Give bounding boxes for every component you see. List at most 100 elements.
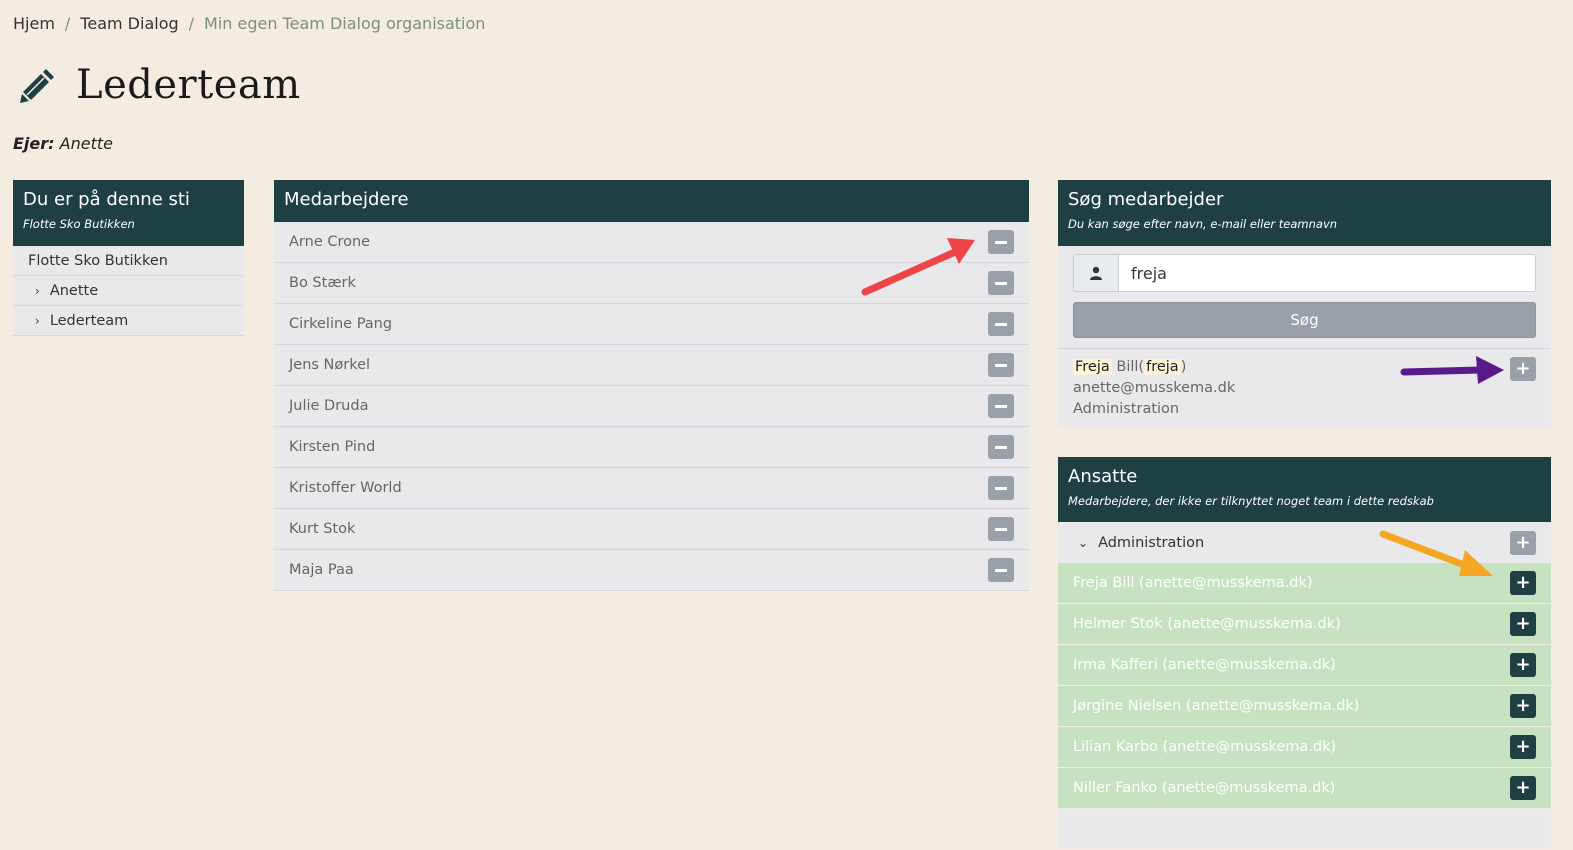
employee-name: Lilian Karbo (anette@musskema.dk)	[1073, 739, 1337, 755]
chevron-right-icon: ›	[35, 283, 40, 298]
member-name: Bo Stærk	[289, 275, 356, 291]
add-employee-button[interactable]: +	[1510, 735, 1536, 759]
employee-row-partial	[1058, 809, 1551, 850]
minus-icon	[995, 404, 1007, 408]
path-item-root[interactable]: Flotte Sko Butikken	[13, 246, 244, 276]
minus-icon	[995, 445, 1007, 449]
member-name: Kristoffer World	[289, 480, 402, 496]
result-email: anette@musskema.dk	[1073, 380, 1236, 396]
plus-icon: +	[1515, 358, 1531, 379]
search-form: Søg	[1058, 246, 1551, 348]
employees-panel-subtitle: Medarbejdere, der ikke er tilknyttet nog…	[1068, 494, 1434, 508]
owner-name: Anette	[59, 134, 113, 153]
group-row-administration[interactable]: ⌄ Administration +	[1058, 522, 1551, 563]
member-name: Jens Nørkel	[289, 357, 371, 373]
result-last-name: Bill	[1116, 359, 1139, 375]
breadcrumb-home[interactable]: Hjem	[13, 14, 55, 33]
plus-icon: +	[1515, 654, 1531, 675]
remove-member-button[interactable]	[988, 230, 1014, 254]
plus-icon: +	[1515, 572, 1531, 593]
employees-panel-header: Ansatte Medarbejdere, der ikke er tilkny…	[1058, 457, 1551, 522]
remove-member-button[interactable]	[988, 312, 1014, 336]
plus-icon: +	[1515, 736, 1531, 757]
employee-name: Niller Fanko (anette@musskema.dk)	[1073, 780, 1336, 796]
search-button[interactable]: Søg	[1073, 302, 1536, 338]
result-paren-close: )	[1180, 359, 1187, 375]
member-row: Jens Nørkel	[274, 345, 1029, 386]
remove-member-button[interactable]	[988, 517, 1014, 541]
path-item-anette[interactable]: › Anette	[13, 276, 244, 306]
employee-row: Jørgine Nielsen (anette@musskema.dk) +	[1058, 686, 1551, 727]
result-username: freja	[1144, 359, 1181, 375]
employee-name: Jørgine Nielsen (anette@musskema.dk)	[1073, 698, 1360, 714]
minus-icon	[995, 568, 1007, 572]
result-name-line: Freja Bill(freja)	[1073, 357, 1536, 378]
chevron-down-icon: ⌄	[1078, 535, 1089, 550]
member-row: Bo Stærk	[274, 263, 1029, 304]
minus-icon	[995, 322, 1007, 326]
employee-name: Irma Kafferi (anette@musskema.dk)	[1073, 657, 1336, 673]
member-row: Julie Druda	[274, 386, 1029, 427]
plus-icon: +	[1515, 613, 1531, 634]
breadcrumb: Hjem / Team Dialog / Min egen Team Dialo…	[13, 14, 485, 33]
remove-member-button[interactable]	[988, 476, 1014, 500]
employee-name: Helmer Stok (anette@musskema.dk)	[1073, 616, 1341, 632]
member-row: Maja Paa	[274, 550, 1029, 591]
add-group-button[interactable]: +	[1510, 530, 1536, 555]
path-panel-subtitle: Flotte Sko Butikken	[23, 217, 135, 231]
remove-member-button[interactable]	[988, 435, 1014, 459]
breadcrumb-separator: /	[64, 14, 71, 33]
member-row: Kurt Stok	[274, 509, 1029, 550]
search-input-group	[1073, 254, 1536, 292]
employee-row: Freja Bill (anette@musskema.dk) +	[1058, 563, 1551, 604]
search-result: Freja Bill(freja) anette@musskema.dk Adm…	[1058, 348, 1551, 428]
member-name: Maja Paa	[289, 562, 354, 578]
add-employee-button[interactable]: +	[1510, 612, 1536, 636]
path-panel-header: Du er på denne sti Flotte Sko Butikken	[13, 180, 244, 246]
page-header: Lederteam	[18, 62, 301, 108]
path-item-lederteam[interactable]: › Lederteam	[13, 306, 244, 336]
member-row: Arne Crone	[274, 222, 1029, 263]
remove-member-button[interactable]	[988, 271, 1014, 295]
search-panel: Søg medarbejder Du kan søge efter navn, …	[1058, 180, 1551, 428]
owner-info: Ejer: Anette	[13, 134, 113, 153]
owner-label: Ejer:	[13, 134, 55, 153]
minus-icon	[995, 363, 1007, 367]
plus-icon: +	[1515, 777, 1531, 798]
members-panel: Medarbejdere Arne Crone Bo Stærk Cirkeli…	[274, 180, 1029, 591]
plus-icon: +	[1515, 695, 1531, 716]
minus-icon	[995, 281, 1007, 285]
page-title: Lederteam	[76, 62, 301, 108]
path-item-label: Anette	[49, 282, 99, 299]
user-icon	[1074, 255, 1119, 291]
employee-row: Niller Fanko (anette@musskema.dk) +	[1058, 768, 1551, 809]
remove-member-button[interactable]	[988, 394, 1014, 418]
remove-member-button[interactable]	[988, 558, 1014, 582]
member-name: Arne Crone	[289, 234, 371, 250]
breadcrumb-current: Min egen Team Dialog organisation	[204, 14, 486, 33]
remove-member-button[interactable]	[988, 353, 1014, 377]
member-name: Kirsten Pind	[289, 439, 376, 455]
employee-name: Freja Bill (anette@musskema.dk)	[1073, 575, 1313, 591]
breadcrumb-team-dialog[interactable]: Team Dialog	[80, 14, 178, 33]
result-first-name: Freja	[1073, 359, 1112, 375]
search-panel-subtitle: Du kan søge efter navn, e-mail eller tea…	[1068, 217, 1338, 231]
path-item-label: Flotte Sko Butikken	[28, 252, 168, 269]
employee-row: Lilian Karbo (anette@musskema.dk) +	[1058, 727, 1551, 768]
path-item-label: Lederteam	[49, 312, 129, 329]
add-result-button[interactable]: +	[1510, 357, 1536, 381]
minus-icon	[995, 240, 1007, 244]
search-panel-title: Søg medarbejder	[1068, 189, 1224, 210]
add-employee-button[interactable]: +	[1510, 694, 1536, 718]
member-row: Cirkeline Pang	[274, 304, 1029, 345]
employees-panel-title: Ansatte	[1068, 466, 1138, 487]
members-panel-header: Medarbejdere	[274, 180, 1029, 222]
member-row: Kirsten Pind	[274, 427, 1029, 468]
minus-icon	[995, 527, 1007, 531]
add-employee-button[interactable]: +	[1510, 571, 1536, 595]
search-input[interactable]	[1119, 255, 1535, 291]
path-panel-title: Du er på denne sti	[23, 189, 190, 210]
add-employee-button[interactable]: +	[1510, 653, 1536, 677]
minus-icon	[995, 486, 1007, 490]
add-employee-button[interactable]: +	[1510, 776, 1536, 800]
